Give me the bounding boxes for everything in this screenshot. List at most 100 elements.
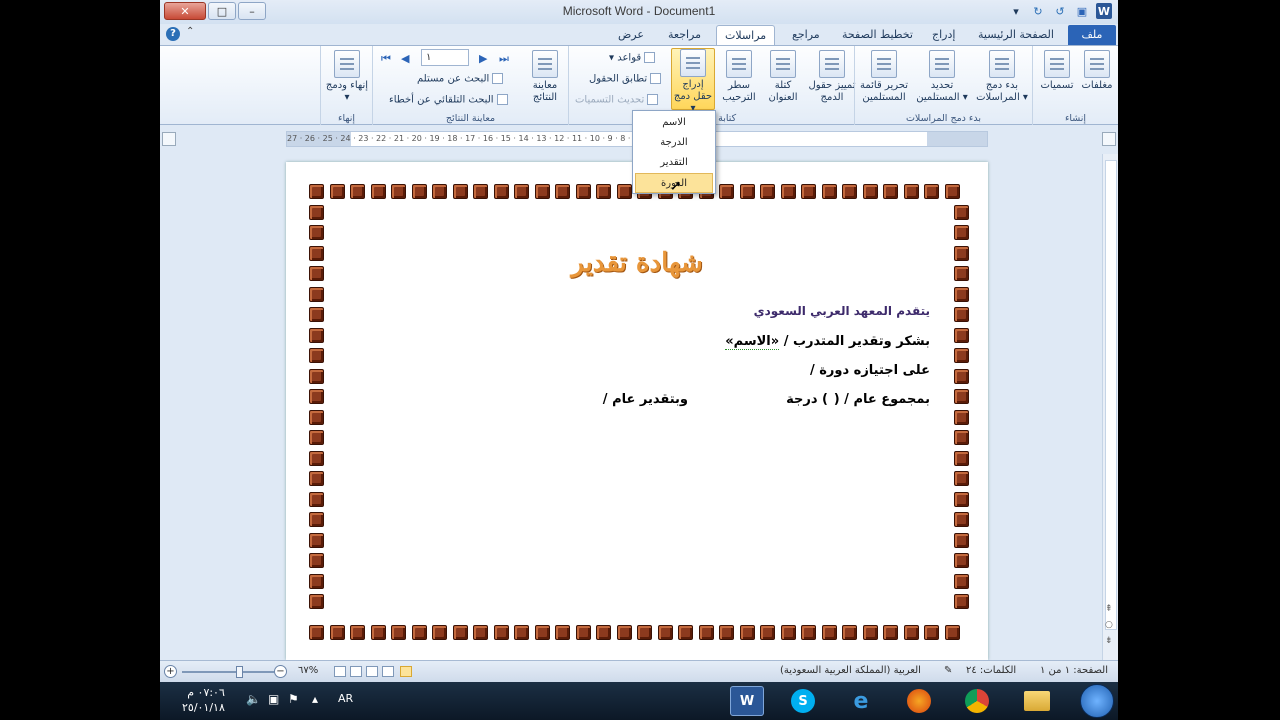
address-block-button[interactable]: كتلة العنوان bbox=[761, 50, 805, 104]
border-tile bbox=[903, 184, 919, 199]
firefox-taskbar-icon[interactable] bbox=[902, 686, 936, 716]
chrome-taskbar-icon[interactable] bbox=[960, 686, 994, 716]
start-merge-icon bbox=[989, 50, 1015, 78]
tab-selector-icon[interactable] bbox=[162, 132, 176, 146]
finish-merge-icon bbox=[334, 50, 360, 78]
start-merge-group: تحرير قائمة المستلمين تحديد المستلمين ▾ … bbox=[854, 46, 1032, 125]
clock-date: ٢٥/٠١/١٨ bbox=[182, 701, 225, 714]
field-option-name[interactable]: الاسم bbox=[635, 113, 713, 133]
last-record-icon[interactable]: ⏭ bbox=[499, 52, 509, 66]
print-layout-icon[interactable] bbox=[400, 666, 412, 677]
volume-icon[interactable]: 🔈 bbox=[246, 692, 261, 706]
spelling-icon[interactable]: ✎ bbox=[944, 665, 952, 676]
border-tile bbox=[739, 184, 755, 199]
skype-taskbar-icon[interactable]: S bbox=[786, 686, 820, 716]
border-tile bbox=[493, 625, 509, 640]
file-explorer-taskbar-icon[interactable] bbox=[1020, 686, 1054, 716]
word-count[interactable]: الكلمات: ٢٤ bbox=[966, 665, 1016, 676]
tab-insert[interactable]: إدراج bbox=[924, 25, 963, 45]
border-tile bbox=[534, 625, 550, 640]
preview-results-button[interactable]: معاينة النتائج bbox=[523, 50, 567, 104]
zoom-level[interactable]: %٦٧ bbox=[298, 665, 318, 676]
border-tile bbox=[954, 327, 969, 343]
full-screen-reading-icon[interactable] bbox=[382, 666, 394, 677]
start-mail-merge-button[interactable]: بدء دمج المراسلات ▾ bbox=[973, 50, 1031, 104]
document-page[interactable]: شهادة تقدير يتقدم المعهد العربي السعودي … bbox=[286, 162, 988, 660]
draft-view-icon[interactable] bbox=[334, 666, 346, 677]
redo-icon[interactable]: ↻ bbox=[1030, 3, 1046, 19]
border-tile bbox=[309, 327, 324, 343]
border-tile bbox=[534, 184, 550, 199]
flag-icon[interactable]: ⚑ bbox=[288, 692, 299, 706]
web-layout-icon[interactable] bbox=[366, 666, 378, 677]
zoom-slider[interactable] bbox=[182, 671, 274, 673]
field-option-rating[interactable]: التقدير bbox=[635, 153, 713, 173]
zoom-slider-thumb[interactable] bbox=[236, 666, 243, 678]
input-language[interactable]: AR bbox=[338, 692, 353, 705]
tab-references[interactable]: مراجع bbox=[784, 25, 828, 45]
previous-record-icon[interactable]: ◀ bbox=[401, 52, 409, 65]
update-labels-button[interactable]: تحديث التسميات bbox=[575, 94, 659, 106]
outline-view-icon[interactable] bbox=[350, 666, 362, 677]
border-tile bbox=[493, 184, 509, 199]
vertical-scrollbar[interactable]: ⇞ ○ ⇟ bbox=[1102, 154, 1118, 660]
match-fields-icon bbox=[650, 73, 662, 84]
border-tile bbox=[821, 184, 837, 199]
view-ruler-icon[interactable] bbox=[1102, 132, 1116, 146]
zoom-out-button[interactable]: − bbox=[274, 665, 287, 678]
zoom-in-button[interactable]: + bbox=[164, 665, 177, 678]
language-status[interactable]: العربية (المملكة العربية السعودية) bbox=[780, 665, 921, 676]
next-page-icon[interactable]: ⇟ bbox=[1105, 636, 1113, 646]
border-tile bbox=[616, 625, 632, 640]
envelopes-button[interactable]: مغلفات bbox=[1075, 50, 1118, 92]
help-icon[interactable]: ? bbox=[166, 27, 180, 41]
network-icon[interactable]: ▣ bbox=[268, 692, 279, 706]
border-tile bbox=[862, 625, 878, 640]
border-tile bbox=[780, 625, 796, 640]
name-merge-field[interactable]: «الاسم» bbox=[725, 334, 780, 350]
greeting-line-button[interactable]: سطر الترحيب bbox=[717, 50, 761, 104]
start-button[interactable] bbox=[1080, 684, 1114, 718]
record-number-input[interactable]: ١ bbox=[421, 49, 469, 66]
page-number[interactable]: الصفحة: ١ من ١ bbox=[1040, 665, 1108, 676]
border-tile bbox=[575, 625, 591, 640]
first-record-icon[interactable]: ⏮ bbox=[381, 52, 391, 66]
find-recipient-button[interactable]: البحث عن مستلم bbox=[417, 73, 504, 85]
finish-merge-button[interactable]: إنهاء ودمج ▾ bbox=[325, 50, 369, 104]
labels-button[interactable]: تسميات bbox=[1035, 50, 1079, 92]
scrollbar-track[interactable] bbox=[1105, 160, 1117, 630]
save-icon[interactable]: ▣ bbox=[1074, 3, 1090, 19]
next-record-icon[interactable]: ▶ bbox=[479, 52, 487, 65]
minimize-ribbon-icon[interactable]: ⌃ bbox=[186, 26, 194, 37]
insert-merge-field-button[interactable]: إدراج حقل دمج ▾ bbox=[671, 48, 715, 114]
highlight-merge-fields-button[interactable]: تمييز حقول الدمج bbox=[807, 50, 857, 104]
select-recipients-button[interactable]: تحديد المستلمين ▾ bbox=[913, 50, 971, 104]
match-fields-button[interactable]: تطابق الحقول bbox=[589, 73, 662, 85]
prev-page-icon[interactable]: ⇞ bbox=[1105, 604, 1113, 614]
border-tile bbox=[309, 204, 324, 220]
customize-toolbar-icon[interactable]: ▾ bbox=[1008, 3, 1024, 19]
show-hidden-icons[interactable]: ▴ bbox=[312, 692, 318, 706]
edit-recipient-list-button[interactable]: تحرير قائمة المستلمين bbox=[857, 50, 911, 104]
border-tile bbox=[657, 625, 673, 640]
tab-view[interactable]: عرض bbox=[610, 25, 652, 45]
tab-page-layout[interactable]: تخطيط الصفحة bbox=[834, 25, 921, 45]
tab-home[interactable]: الصفحة الرئيسية bbox=[970, 25, 1062, 45]
tab-file[interactable]: ملف bbox=[1068, 25, 1116, 45]
undo-icon[interactable]: ↺ bbox=[1052, 3, 1068, 19]
tab-review[interactable]: مراجعة bbox=[660, 25, 709, 45]
tab-mailings[interactable]: مراسلات bbox=[716, 25, 776, 46]
auto-check-errors-button[interactable]: البحث التلقائي عن أخطاء bbox=[389, 94, 508, 106]
browse-object-icon[interactable]: ○ bbox=[1105, 620, 1113, 630]
clock[interactable]: ٠٧:٠٦ م ٢٥/٠١/١٨ bbox=[182, 685, 225, 715]
border-tile bbox=[719, 184, 734, 199]
rules-button[interactable]: قواعد ▾ bbox=[609, 52, 656, 64]
create-group-label: إنشاء bbox=[1064, 113, 1087, 124]
border-tile bbox=[954, 307, 969, 322]
word-taskbar-icon[interactable]: W bbox=[730, 686, 764, 716]
border-tile bbox=[309, 430, 324, 445]
border-tile bbox=[954, 491, 969, 507]
internet-explorer-taskbar-icon[interactable]: e bbox=[844, 686, 878, 716]
border-tile bbox=[309, 368, 324, 384]
field-option-grade[interactable]: الدرجة bbox=[635, 133, 713, 153]
